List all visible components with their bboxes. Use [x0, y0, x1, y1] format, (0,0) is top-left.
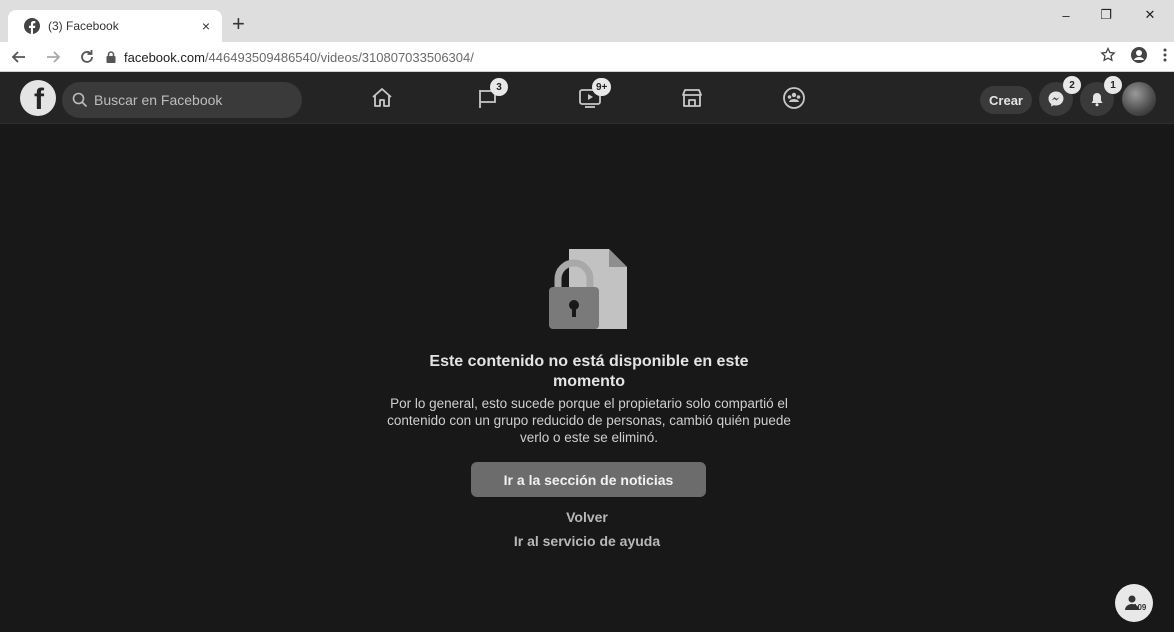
watch-nav-button[interactable]: 9+: [576, 78, 612, 112]
profile-icon[interactable]: [1130, 46, 1148, 64]
locked-content-icon: [549, 249, 627, 329]
account-avatar[interactable]: [1122, 82, 1156, 116]
forward-arrow-icon[interactable]: [40, 48, 66, 66]
unavailable-title: Este contenido no está disponible en est…: [429, 353, 749, 390]
search-icon: [72, 92, 88, 108]
facebook-favicon-icon: [24, 18, 40, 34]
main-content: Este contenido no está disponible en est…: [0, 125, 1174, 632]
search-input[interactable]: [94, 92, 284, 108]
window-controls: – ❐ ✕: [1046, 0, 1174, 30]
groups-nav-button[interactable]: [780, 84, 808, 112]
back-arrow-icon[interactable]: [6, 48, 32, 66]
marketplace-nav-button[interactable]: [678, 84, 706, 112]
url-host: facebook.com: [124, 49, 205, 65]
messenger-button[interactable]: 2: [1039, 76, 1081, 116]
messenger-badge: 2: [1063, 76, 1081, 94]
pages-nav-button[interactable]: 3: [474, 78, 508, 112]
logo-letter: f: [34, 83, 44, 116]
back-link[interactable]: Volver: [487, 509, 687, 525]
notifications-button[interactable]: 1: [1080, 76, 1122, 116]
tab-title: (3) Facebook: [48, 19, 119, 33]
messenger-icon: [1048, 91, 1064, 107]
browser-toolbar: facebook.com/446493509486540/videos/3108…: [0, 42, 1174, 72]
address-bar[interactable]: facebook.com/446493509486540/videos/3108…: [104, 46, 1094, 68]
pages-badge: 3: [490, 78, 508, 96]
minimize-button[interactable]: –: [1046, 0, 1086, 30]
toolbar-actions: [1100, 46, 1168, 64]
search-box[interactable]: [62, 82, 302, 118]
watch-badge: 9+: [592, 78, 612, 96]
home-nav-button[interactable]: [368, 84, 396, 112]
secure-lock-icon: [106, 51, 116, 63]
home-icon: [372, 88, 392, 107]
bell-icon: [1091, 93, 1103, 107]
help-center-link[interactable]: Ir al servicio de ayuda: [487, 533, 687, 549]
bookmark-star-icon[interactable]: [1100, 47, 1116, 63]
contacts-count: 109: [1133, 603, 1147, 612]
close-window-button[interactable]: ✕: [1126, 0, 1174, 30]
url-text: facebook.com/446493509486540/videos/3108…: [124, 50, 474, 65]
facebook-header: f 3 9+: [0, 72, 1174, 124]
shop-icon: [682, 89, 702, 107]
tab-close-icon[interactable]: ×: [202, 18, 210, 34]
go-to-news-feed-button[interactable]: Ir a la sección de noticias: [471, 462, 706, 497]
groups-icon: [783, 87, 805, 109]
menu-dots-icon[interactable]: [1162, 47, 1168, 63]
new-tab-button[interactable]: +: [232, 12, 245, 36]
browser-tab[interactable]: (3) Facebook ×: [8, 10, 222, 42]
browser-tab-strip: (3) Facebook × + – ❐ ✕: [0, 0, 1174, 42]
facebook-logo[interactable]: f: [20, 80, 56, 116]
unavailable-description: Por lo general, esto sucede porque el pr…: [387, 396, 791, 445]
reload-icon[interactable]: [74, 48, 100, 66]
create-button[interactable]: Crear: [980, 86, 1032, 114]
restore-button[interactable]: ❐: [1086, 0, 1126, 30]
url-path: /446493509486540/videos/310807033506304/: [204, 49, 474, 65]
notifications-badge: 1: [1104, 76, 1122, 94]
